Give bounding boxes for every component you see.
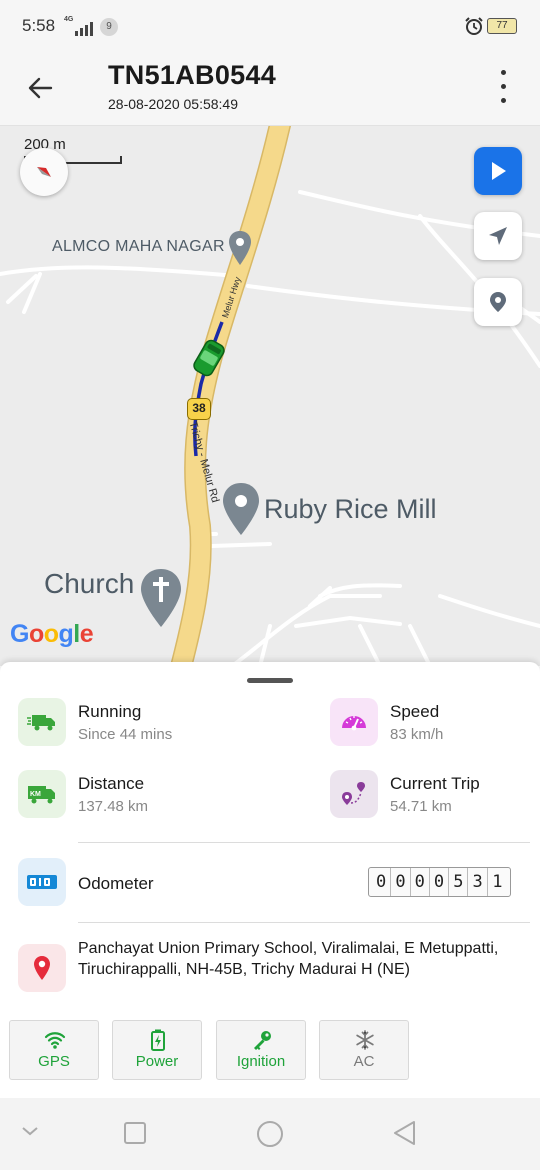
divider	[78, 842, 530, 843]
snowflake-icon	[356, 1030, 374, 1050]
odometer-digit: 3	[468, 868, 488, 896]
notification-count-badge: 9	[100, 18, 118, 36]
route-shield: 38	[187, 398, 211, 420]
play-icon	[492, 162, 506, 180]
gps-button[interactable]: GPS	[9, 1020, 99, 1080]
gps-label: GPS	[38, 1053, 70, 1070]
distance-value: 137.48 km	[78, 798, 149, 815]
power-label: Power	[135, 1053, 179, 1070]
odometer-digit: 1	[492, 872, 503, 892]
battery-charging-icon	[151, 1029, 165, 1051]
back-arrow-icon[interactable]	[20, 66, 64, 110]
nav-recents-icon[interactable]	[122, 1120, 148, 1146]
battery-level: 77	[496, 20, 508, 31]
location-button[interactable]	[474, 278, 522, 326]
odometer-digit: 0	[391, 868, 411, 896]
odometer-digit: 5	[449, 868, 469, 896]
nav-home-icon[interactable]	[254, 1118, 286, 1150]
church-pin-icon[interactable]	[140, 568, 182, 628]
poi-label-almco: ALMCO MAHA NAGAR	[52, 238, 225, 255]
signal-icon: 4G	[64, 16, 94, 36]
ac-button[interactable]: AC	[319, 1020, 409, 1080]
running-value: Since 44 mins	[78, 726, 173, 743]
app-bar: TN51AB0544 28-08-2020 05:58:49	[0, 52, 540, 126]
network-type-label: 4G	[64, 16, 74, 23]
navigation-arrow-icon	[489, 227, 507, 245]
address-text: Panchayat Union Primary School, Viralima…	[78, 940, 499, 978]
battery-icon: 77	[487, 18, 517, 34]
ignition-button[interactable]: Ignition	[216, 1020, 306, 1080]
navigate-button[interactable]	[474, 212, 522, 260]
odometer-digit: 0	[430, 868, 450, 896]
status-time: 5:58	[22, 16, 56, 35]
status-bar: 5:58 4G 9 77	[0, 0, 540, 52]
more-vert-icon[interactable]	[490, 66, 518, 110]
poi-pin-icon[interactable]	[228, 230, 252, 266]
current-trip-value: 54.71 km	[390, 798, 452, 815]
map-view[interactable]: Melur Hwy Trichy - Melur Rd 38 200 m ALM…	[0, 126, 540, 666]
timestamp-subtitle: 28-08-2020 05:58:49	[108, 96, 238, 112]
km-truck-icon: KM	[18, 770, 66, 818]
sheet-drag-handle[interactable]	[247, 678, 293, 683]
speed-title: Speed	[390, 702, 440, 721]
ignition-label: Ignition	[236, 1053, 286, 1070]
play-button[interactable]	[474, 147, 522, 195]
odometer-icon	[18, 858, 66, 906]
alarm-icon	[465, 17, 483, 35]
location-icon	[18, 944, 66, 992]
truck-icon	[18, 698, 66, 746]
svg-text:KM: KM	[30, 791, 41, 798]
ac-label: AC	[353, 1053, 375, 1070]
odometer-digit: 0	[411, 868, 430, 896]
odometer-digit: 0	[372, 868, 392, 896]
running-title: Running	[78, 702, 142, 721]
vehicle-title: TN51AB0544	[108, 60, 277, 90]
location-pin-icon	[490, 292, 506, 312]
distance-title: Distance	[78, 774, 145, 793]
details-sheet: Running Since 44 mins Speed 83 km/h KM D…	[0, 662, 540, 1098]
poi-label-ruby: Ruby Rice Mill	[264, 494, 437, 524]
trip-route-icon	[330, 770, 378, 818]
system-nav-bar	[0, 1098, 540, 1170]
wifi-icon	[44, 1032, 66, 1049]
nav-back-icon[interactable]	[390, 1118, 420, 1148]
google-logo: Google	[10, 620, 94, 648]
nav-collapse-icon[interactable]	[20, 1124, 40, 1138]
odometer-title: Odometer	[78, 874, 154, 893]
current-trip-title: Current Trip	[390, 774, 480, 793]
poi-pin-icon[interactable]	[222, 482, 260, 536]
poi-label-church: Church	[44, 568, 135, 599]
speed-value: 83 km/h	[390, 726, 444, 743]
key-icon	[254, 1031, 271, 1050]
odometer-reading: 0 0 0 0 5 3 1	[368, 867, 512, 897]
compass-icon[interactable]	[20, 148, 68, 196]
divider	[78, 922, 530, 923]
power-button[interactable]: Power	[112, 1020, 202, 1080]
speedometer-icon	[330, 698, 378, 746]
